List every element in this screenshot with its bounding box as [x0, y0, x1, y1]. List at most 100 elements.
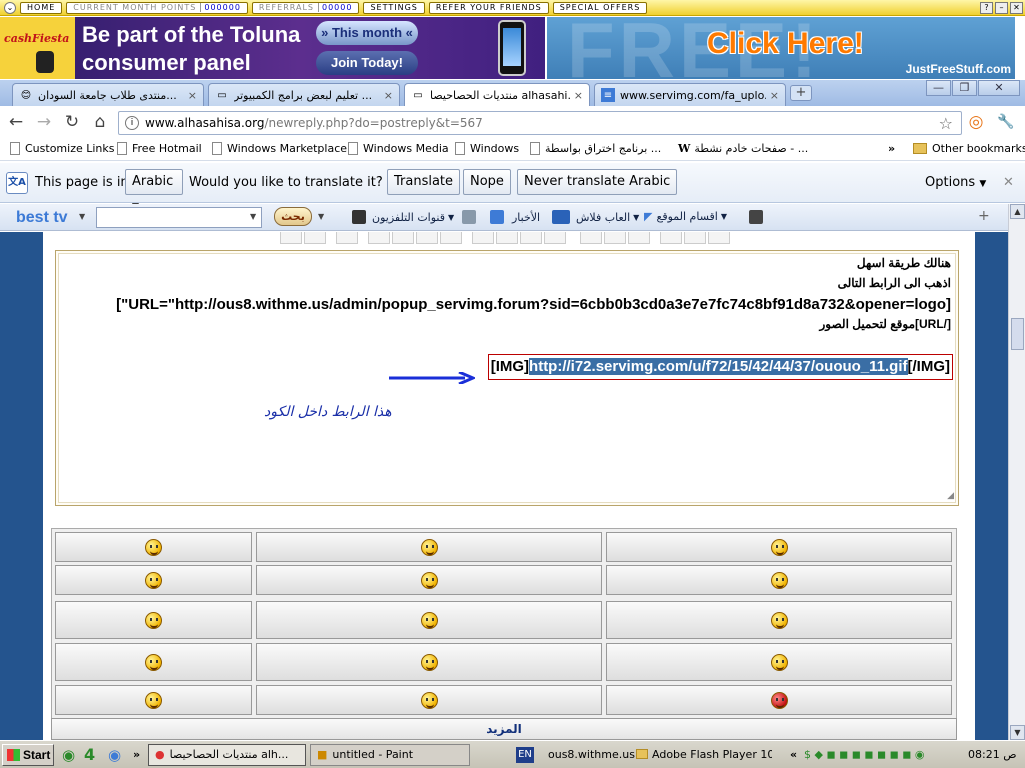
bookmark-customize-links[interactable]: Customize Links: [10, 142, 115, 155]
bookmark-star-icon[interactable]: ☆: [939, 114, 953, 133]
language-select[interactable]: Arabic ▼: [125, 169, 183, 212]
addon-settings-button[interactable]: SETTINGS: [363, 1, 425, 14]
search-dropdown-icon[interactable]: ▼: [250, 212, 256, 221]
wrench-menu-icon[interactable]: 🔧: [996, 113, 1016, 133]
smiley-shock[interactable]: [55, 643, 252, 681]
editor-tool-icon[interactable]: [496, 232, 518, 244]
translate-close-icon[interactable]: ✕: [1003, 175, 1014, 190]
news-icon-button[interactable]: [458, 210, 476, 224]
task-browser-window[interactable]: ● منتديات الحصاحيصا alh...: [148, 744, 306, 766]
img-code-highlight[interactable]: [IMG]http://i72.servimg.com/u/f72/15/42/…: [487, 354, 953, 380]
ad-banner[interactable]: cashFiesta Be part of the Toluna consume…: [0, 17, 1025, 79]
bookmark-active-server-pages[interactable]: W صفحات خادم نشطة - ...: [678, 142, 808, 155]
back-button[interactable]: ←: [6, 113, 26, 133]
editor-tool-icon[interactable]: [684, 232, 706, 244]
smiley-tongue[interactable]: [55, 685, 252, 715]
tv-channels-menu[interactable]: قنوات التلفزيون ▼: [348, 210, 454, 224]
vertical-scrollbar[interactable]: ▲ ▼: [1008, 204, 1025, 740]
smiley-devil[interactable]: [606, 685, 952, 715]
editor-tool-icon[interactable]: [416, 232, 438, 244]
best-tv-search-button[interactable]: بحث: [274, 207, 312, 226]
addon-refer-friends-button[interactable]: REFER YOUR FRIENDS: [428, 1, 549, 14]
smiley-cheer[interactable]: [256, 643, 602, 681]
bookmark-windows-marketplace[interactable]: Windows Marketplace: [212, 142, 347, 155]
editor-tool-icon[interactable]: [440, 232, 462, 244]
scroll-down-button[interactable]: ▼: [1010, 725, 1025, 740]
smiley-couple[interactable]: [606, 643, 952, 681]
addon-special-offers-button[interactable]: SPECIAL OFFERS: [552, 1, 648, 14]
forward-button[interactable]: →: [34, 113, 54, 133]
addon-close-icon[interactable]: ✕: [1010, 2, 1023, 14]
more-smilies-link[interactable]: المزيد: [51, 718, 957, 740]
address-bar[interactable]: i www.alhasahisa.org/newreply.php?do=pos…: [118, 111, 962, 135]
resize-grip-icon[interactable]: ◢: [947, 491, 954, 501]
task-paint-window[interactable]: ■ untitled - Paint: [310, 744, 470, 766]
nope-button[interactable]: Nope: [463, 169, 511, 195]
window-restore-button[interactable]: ❐: [952, 80, 977, 96]
reload-button[interactable]: ↻: [62, 113, 82, 133]
bookmark-other-bookmarks[interactable]: Other bookmarks: [913, 142, 1025, 155]
smiley-laugh[interactable]: [55, 601, 252, 639]
bookmark-hacking-program[interactable]: برنامج اختراق بواسطة ...: [530, 142, 661, 155]
bookmark-free-hotmail[interactable]: Free Hotmail: [117, 142, 202, 155]
translate-options-menu[interactable]: Options ▼: [925, 175, 986, 190]
editor-tool-icon[interactable]: [660, 232, 682, 244]
quicklaunch-count[interactable]: 4: [84, 744, 95, 766]
smiley-pigtails[interactable]: [256, 565, 602, 595]
tray-task-flash[interactable]: Adobe Flash Player 10.(: [636, 744, 772, 766]
join-today-button[interactable]: Join Today!: [316, 51, 418, 75]
scroll-thumb[interactable]: [1011, 318, 1024, 350]
editor-tool-icon[interactable]: [708, 232, 730, 244]
best-tv-logo[interactable]: best tv: [16, 209, 68, 227]
start-button[interactable]: Start: [2, 744, 54, 766]
smiley-wave[interactable]: [256, 601, 602, 639]
smiley-angry[interactable]: [606, 601, 952, 639]
tab-close-icon[interactable]: ×: [188, 89, 197, 102]
tab-sudan-forum[interactable]: 😊 منتدى طلاب جامعة السودان... ×: [12, 83, 204, 106]
editor-tool-icon[interactable]: [392, 232, 414, 244]
translate-button[interactable]: Translate: [387, 169, 461, 195]
best-tv-search-input[interactable]: [96, 207, 262, 228]
editor-tool-icon[interactable]: [336, 232, 358, 244]
news-menu[interactable]: الأخبار: [486, 210, 540, 224]
addon-help-icon[interactable]: ?: [980, 2, 993, 14]
editor-tool-icon[interactable]: [544, 232, 566, 244]
window-close-button[interactable]: ✕: [978, 80, 1020, 96]
smiley-king[interactable]: [55, 565, 252, 595]
addon-home-button[interactable]: HOME: [20, 1, 63, 14]
toluna-ad[interactable]: cashFiesta Be part of the Toluna consume…: [0, 17, 545, 79]
quicklaunch-icon[interactable]: ◉: [108, 744, 121, 766]
tab-alhasahisa[interactable]: ▭ منتديات الحصاحيصا alhasahi... ×: [404, 83, 590, 107]
justfreestuff-ad[interactable]: FREE! Click Here! JustFreeStuff.com: [547, 17, 1015, 79]
editor-tool-icon[interactable]: [368, 232, 390, 244]
smiley-love[interactable]: [256, 532, 602, 562]
editor-tool-icon[interactable]: [520, 232, 542, 244]
smiley-thinking[interactable]: [55, 532, 252, 562]
chevron-down-icon[interactable]: ▼: [318, 212, 324, 221]
smiley-wink[interactable]: [256, 685, 602, 715]
editor-tool-icon[interactable]: [628, 232, 650, 244]
scroll-up-button[interactable]: ▲: [1010, 204, 1025, 219]
editor-tool-icon[interactable]: [304, 232, 326, 244]
this-month-button[interactable]: » This month «: [316, 21, 418, 45]
input-language-indicator[interactable]: EN: [516, 747, 534, 763]
tab-close-icon[interactable]: ×: [770, 89, 779, 102]
click-here-text[interactable]: Click Here!: [707, 27, 864, 61]
quicklaunch-icon[interactable]: ◉: [62, 744, 75, 766]
bookmark-windows[interactable]: Windows: [455, 142, 519, 155]
smiley-ninja[interactable]: [606, 565, 952, 595]
message-textarea[interactable]: هنالك طريقة اسهل اذهب الى الرابط التالى …: [58, 253, 956, 503]
addon-minimize-icon[interactable]: –: [995, 2, 1008, 14]
extension-icon[interactable]: ◎: [966, 113, 986, 133]
tray-task-ous8[interactable]: ous8.withme.us: [548, 744, 635, 766]
editor-tool-icon[interactable]: [280, 232, 302, 244]
editor-tool-icon[interactable]: [472, 232, 494, 244]
addon-menu-icon[interactable]: ⌄: [4, 1, 16, 14]
tab-close-icon[interactable]: ×: [384, 89, 393, 102]
chevron-down-icon[interactable]: ▼: [79, 212, 85, 221]
piano-icon-button[interactable]: [745, 210, 763, 224]
home-button[interactable]: ⌂: [90, 113, 110, 133]
smiley-grin[interactable]: [606, 532, 952, 562]
toolbar-add-icon[interactable]: +: [978, 208, 990, 224]
quicklaunch-overflow-icon[interactable]: »: [133, 744, 140, 766]
